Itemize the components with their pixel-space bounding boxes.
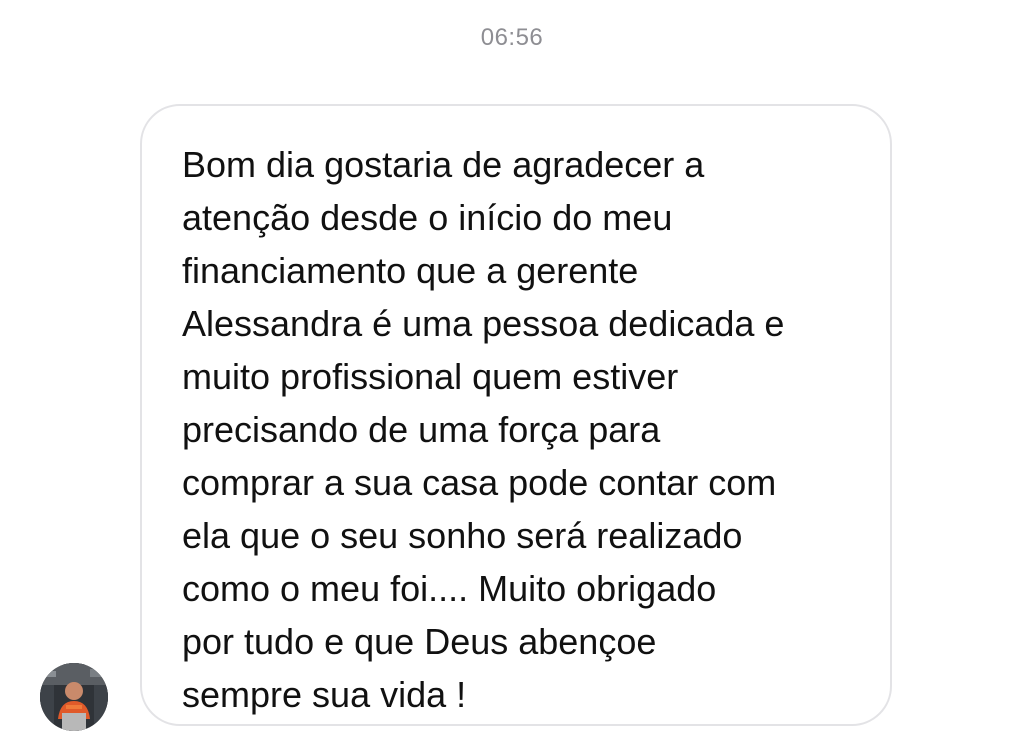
sender-avatar[interactable] (40, 663, 108, 731)
message-text: Bom dia gostaria de agradecer a atenção … (182, 144, 785, 715)
message-bubble[interactable]: Bom dia gostaria de agradecer a atenção … (140, 104, 892, 726)
message-timestamp: 06:56 (480, 24, 544, 51)
avatar-photo-icon (40, 663, 108, 731)
